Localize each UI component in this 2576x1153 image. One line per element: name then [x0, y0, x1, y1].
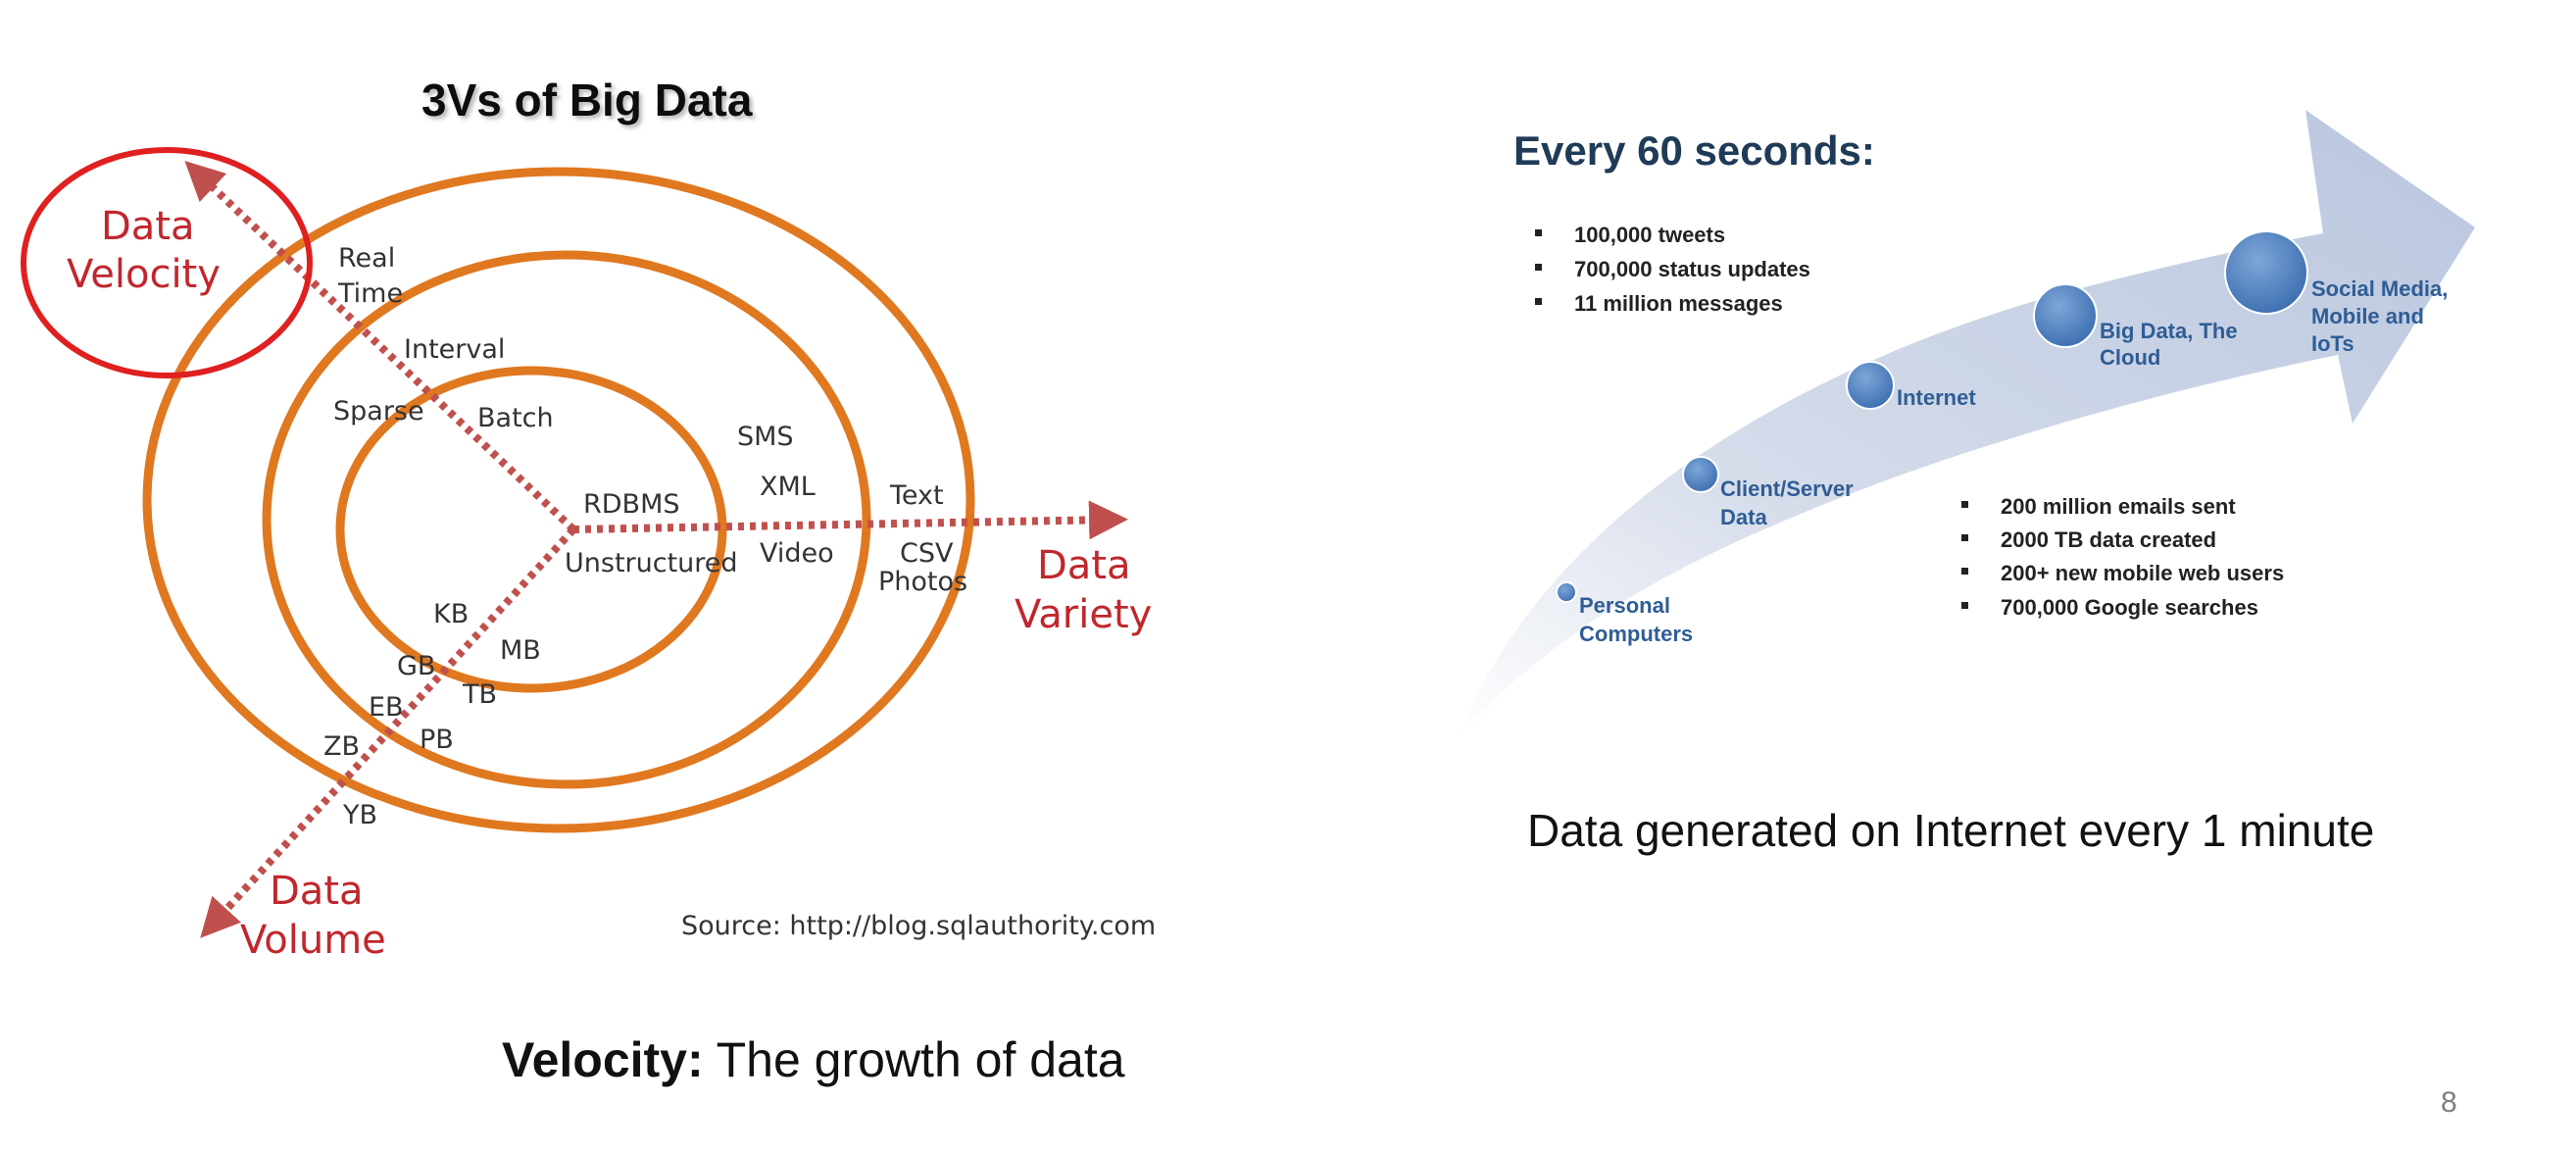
velocity-label-time: Time	[337, 278, 403, 309]
three-vs-title: 3Vs of Big Data	[421, 75, 753, 125]
volume-label-zb: ZB	[323, 731, 360, 762]
volume-label-mb: MB	[500, 635, 541, 666]
page-number: 8	[2441, 1086, 2457, 1119]
velocity-caption: Velocity: The growth of data	[502, 1031, 1125, 1088]
variety-label-unstructured: Unstructured	[565, 548, 738, 578]
milestone-dot-personal-computers	[1556, 581, 1577, 603]
milestone-dot-social-media	[2224, 230, 2308, 315]
milestone-dot-big-data-cloud	[2033, 283, 2098, 348]
bullet-top-1: 100,000 tweets	[1574, 223, 1725, 247]
variety-label-xml: XML	[760, 472, 816, 502]
volume-label-yb: YB	[342, 800, 377, 830]
volume-label-eb: EB	[369, 692, 404, 723]
velocity-axis-label-1: Data	[101, 204, 195, 249]
variety-label-text: Text	[889, 480, 944, 511]
ring-middle	[262, 250, 871, 789]
velocity-caption-bold: Velocity:	[502, 1032, 704, 1087]
variety-axis	[572, 500, 1128, 540]
velocity-caption-text: The growth of data	[703, 1032, 1125, 1087]
variety-axis-label-2: Variety	[1015, 592, 1152, 637]
variety-axis-label-1: Data	[1037, 543, 1131, 588]
milestone-label-personal-1: Personal	[1579, 593, 1670, 618]
velocity-label-real: Real	[338, 243, 395, 274]
volume-label-pb: PB	[420, 725, 454, 755]
bullet-top-2: 700,000 status updates	[1574, 257, 1810, 281]
milestone-dot-client-server	[1682, 456, 1719, 493]
variety-label-video: Video	[760, 538, 834, 569]
bullet-bottom-4: 700,000 Google searches	[2001, 595, 2258, 620]
bullets-top: 100,000 tweets 700,000 status updates 11…	[1535, 223, 1810, 316]
volume-axis-label-1: Data	[270, 869, 364, 914]
milestone-dot-internet	[1846, 361, 1895, 410]
milestone-label-social-3: IoTs	[2311, 331, 2354, 356]
milestone-label-bigdata-2: Cloud	[2100, 345, 2160, 370]
velocity-label-batch: Batch	[477, 403, 554, 433]
milestone-label-internet: Internet	[1897, 385, 1976, 410]
every-60-seconds-diagram: Every 60 seconds: 100,000 tweets 700,000…	[1459, 110, 2475, 737]
variety-label-photos: Photos	[878, 567, 967, 597]
bullet-top-3: 11 million messages	[1574, 291, 1783, 316]
volume-label-tb: TB	[462, 679, 497, 710]
bullet-bottom-1: 200 million emails sent	[2001, 494, 2236, 519]
milestone-label-social-1: Social Media,	[2311, 276, 2448, 301]
milestone-label-social-2: Mobile and	[2311, 304, 2424, 328]
volume-label-kb: KB	[433, 599, 469, 629]
velocity-label-interval: Interval	[404, 334, 505, 365]
milestone-label-personal-2: Computers	[1579, 622, 1693, 646]
velocity-label-sparse: Sparse	[333, 396, 424, 426]
internet-minute-caption: Data generated on Internet every 1 minut…	[1527, 805, 2375, 856]
right-title: Every 60 seconds:	[1513, 127, 1875, 174]
milestone-label-bigdata-1: Big Data, The	[2100, 319, 2238, 343]
variety-label-csv: CSV	[900, 538, 954, 569]
bullets-bottom: 200 million emails sent 2000 TB data cre…	[1961, 494, 2284, 620]
source-citation: Source: http://blog.sqlauthority.com	[681, 911, 1156, 941]
volume-axis-label-2: Volume	[240, 918, 386, 963]
milestone-label-client-2: Data	[1720, 505, 1767, 529]
three-vs-diagram: 3Vs of Big Data Data Velocity Data Varie…	[21, 75, 1156, 963]
bullet-bottom-3: 200+ new mobile web users	[2001, 561, 2284, 585]
milestone-label-client-1: Client/Server	[1720, 476, 1854, 501]
slide-canvas: 3Vs of Big Data Data Velocity Data Varie…	[21, 75, 2475, 963]
variety-label-sms: SMS	[737, 422, 794, 452]
bullet-bottom-2: 2000 TB data created	[2001, 527, 2216, 552]
volume-label-gb: GB	[397, 651, 435, 681]
velocity-axis-label-2: Velocity	[67, 252, 221, 297]
variety-label-rdbms: RDBMS	[583, 489, 680, 520]
